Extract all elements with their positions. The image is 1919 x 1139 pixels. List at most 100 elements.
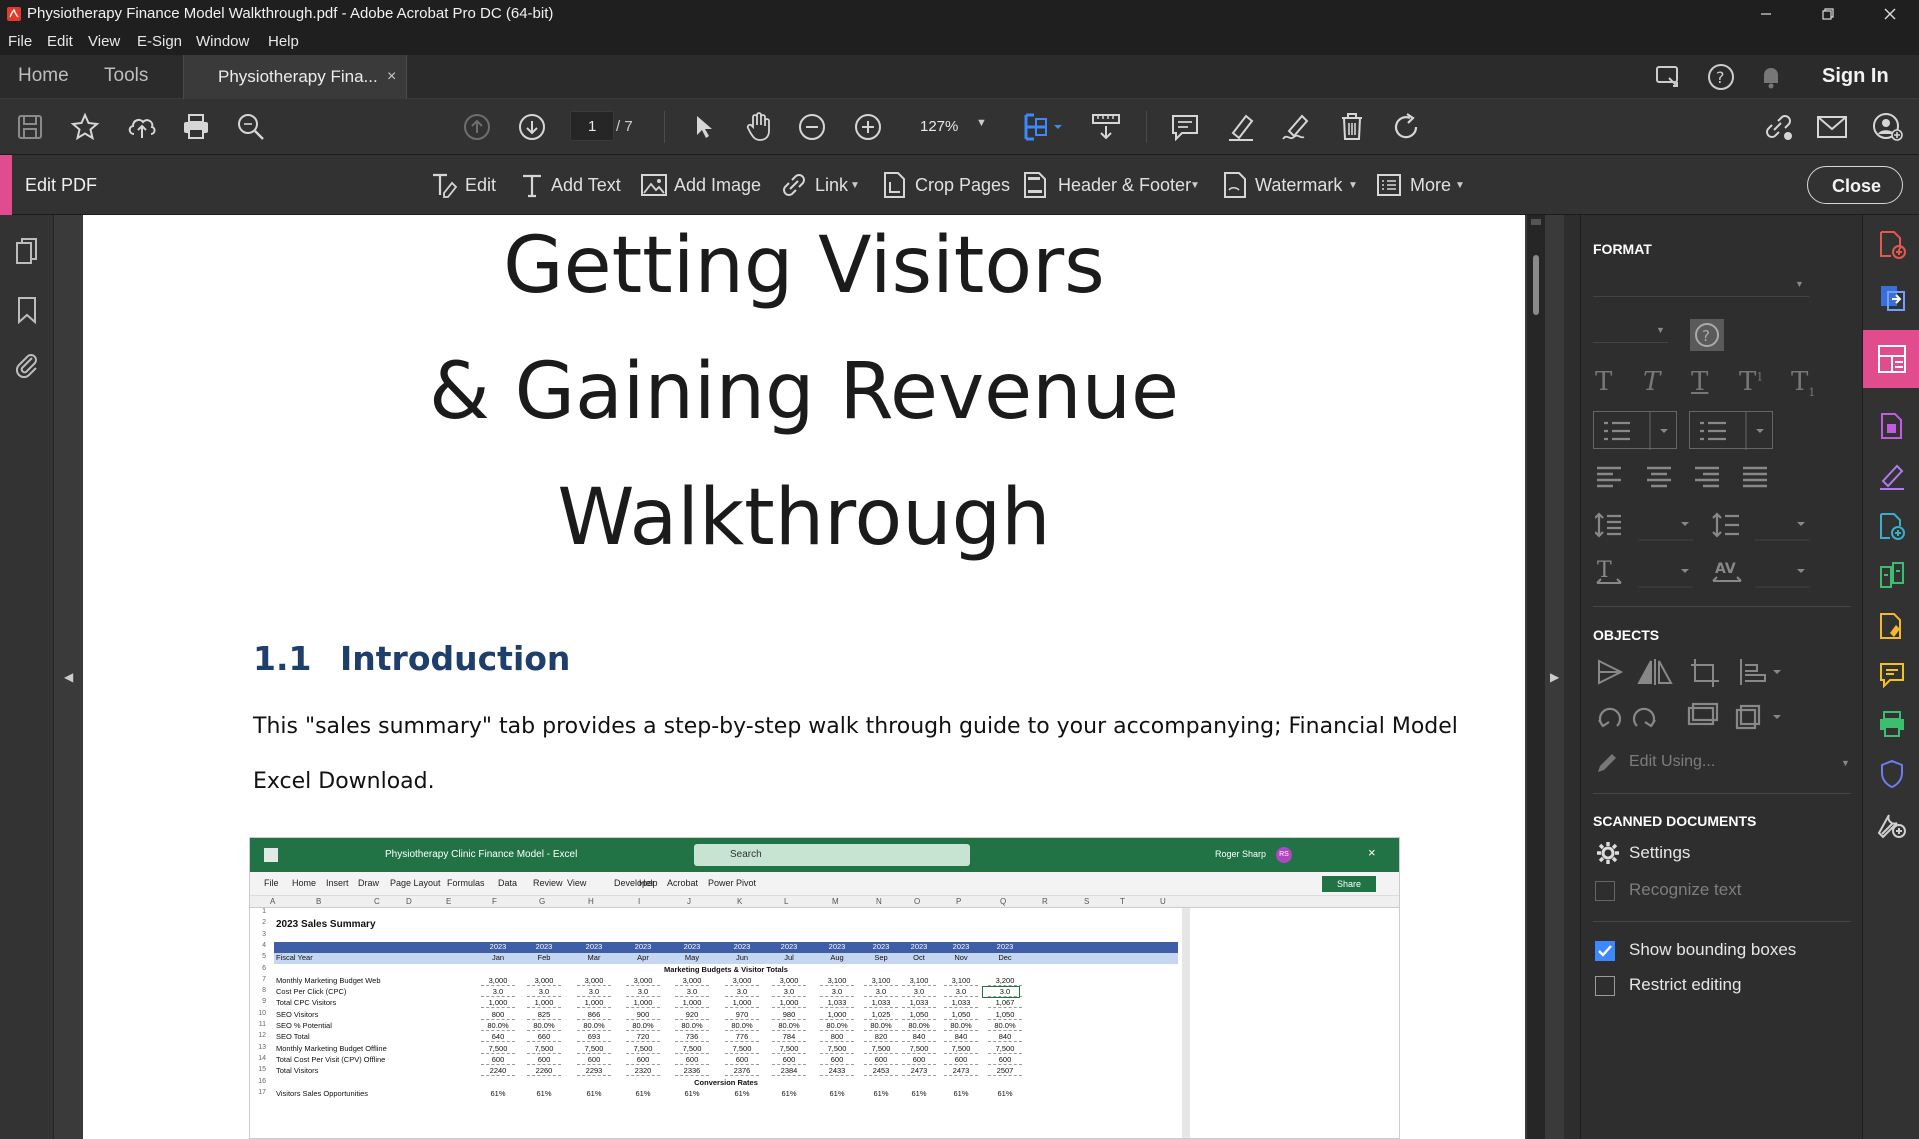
bookmark-icon[interactable] [16,295,38,325]
protect-shield-icon[interactable] [1879,759,1905,789]
tab-tools[interactable]: Tools [104,65,148,87]
excel-ribbon-tab: Help [639,878,658,888]
collapse-left-icon[interactable]: ◀ [64,670,73,684]
save-icon[interactable] [16,113,44,141]
edit-using-button[interactable]: Edit Using... [1629,753,1715,771]
upload-cloud-icon[interactable] [126,112,158,142]
tab-close-icon[interactable]: × [387,68,396,86]
hand-tool-icon[interactable] [744,111,774,143]
text-italic-icon[interactable]: T [1643,367,1660,397]
page-number-input[interactable]: 1 [570,111,614,141]
zoom-out-icon[interactable] [798,113,826,141]
minimize-icon[interactable] [1758,6,1774,22]
add-user-icon[interactable] [1872,112,1904,142]
star-icon[interactable] [70,112,100,142]
tab-document[interactable]: Physiotherapy Fina... × [183,55,407,99]
measure-tool-icon[interactable] [1090,111,1122,143]
tab-home[interactable]: Home [18,65,69,87]
print-icon[interactable] [181,112,211,142]
settings-gear-icon[interactable] [1595,840,1621,866]
restrict-editing-checkbox[interactable] [1595,976,1615,996]
scan-ocr-icon[interactable] [1878,611,1906,641]
excel-cell: 3,000 [772,976,806,986]
show-bounding-boxes-checkbox[interactable] [1595,941,1615,961]
trash-icon[interactable] [1338,111,1366,143]
menu-view[interactable]: View [88,33,120,50]
sign-pen-icon[interactable] [1280,111,1312,143]
edit-button[interactable]: Edit [465,175,496,196]
pdf-page[interactable]: Getting Visitors & Gaining Revenue Walkt… [83,215,1525,1139]
compare-files-icon[interactable] [1878,561,1906,591]
text-underline-icon[interactable]: T [1691,367,1708,397]
comment-tool-icon[interactable] [1878,661,1906,689]
restore-icon[interactable] [1820,6,1836,22]
excel-year-cell: 2023 [585,941,603,951]
edit-pdf-tool-active[interactable] [1863,330,1919,388]
help-icon[interactable]: ? [1707,63,1735,91]
excel-cell: 80.0% [577,1021,611,1031]
export-pdf-icon[interactable] [1878,283,1906,313]
excel-cell: 1,000 [527,998,561,1009]
page-up-icon[interactable] [463,113,491,141]
sign-in-link[interactable]: Sign In [1822,65,1889,88]
text-superscript-icon[interactable]: T1 [1739,367,1763,397]
text-subscript-icon[interactable]: T1 [1791,367,1815,399]
attachment-icon[interactable] [14,350,40,380]
more-tools-icon[interactable] [1877,809,1907,839]
watermark-button[interactable]: Watermark [1255,175,1342,196]
comment-icon[interactable] [1170,113,1200,141]
font-color-button[interactable]: ? [1690,319,1724,351]
email-icon[interactable] [1816,114,1848,140]
excel-cell: 736 [675,1032,709,1043]
highlight-pen-icon[interactable] [1226,111,1256,143]
scroll-up-arrow[interactable] [1531,219,1541,225]
excel-cell: 3,000 [481,976,515,986]
header-footer-button[interactable]: Header & Footer [1058,175,1191,196]
excel-year-cell: 2023 [634,941,652,951]
redo-icon[interactable] [1392,112,1422,142]
organize-pages-icon[interactable] [1879,411,1905,441]
scan-settings-label[interactable]: Settings [1629,843,1690,863]
menu-window[interactable]: Window [196,33,249,50]
collapse-right-icon[interactable]: ▶ [1550,670,1559,684]
document-scrollbar[interactable] [1527,215,1545,1139]
close-edit-button[interactable]: Close [1807,166,1903,204]
numbered-list-button[interactable] [1689,411,1773,450]
zoom-in-icon[interactable] [854,113,882,141]
text-bold-icon[interactable]: T [1595,367,1612,397]
create-pdf-icon[interactable] [1878,229,1906,259]
excel-cell: 2453 [864,1066,898,1077]
menu-esign[interactable]: E-Sign [137,33,182,50]
zoom-select[interactable]: 127% ▼ [906,111,990,141]
crop-pages-button[interactable]: Crop Pages [915,175,1010,196]
bell-icon[interactable] [1758,64,1784,90]
fill-sign-icon[interactable] [1877,461,1907,491]
excel-cell: 820 [864,1032,898,1043]
doc-title-line-3: Walkthrough [557,473,1051,563]
excel-column-header: L [784,897,789,906]
search-zoom-icon[interactable] [236,112,266,142]
share-screen-icon[interactable] [1655,64,1683,90]
page-thumbnails-icon[interactable] [14,237,40,267]
link-share-icon[interactable] [1762,112,1794,142]
page-down-icon[interactable] [518,113,546,141]
excel-ribbon: Share File Home Insert Draw Page Layout Formu… [250,872,1399,896]
menu-help[interactable]: Help [268,33,299,50]
menu-file[interactable]: File [8,33,32,50]
select-cursor-icon[interactable] [692,113,716,141]
send-for-signature-icon[interactable] [1878,511,1906,541]
font-family-select[interactable]: ▼ [1593,267,1809,297]
add-text-button[interactable]: Add Text [551,175,621,196]
bullet-list-button[interactable] [1593,411,1677,450]
excel-row-label: Total Cost Per Visit (CPV) Offline [276,1054,386,1064]
close-window-icon[interactable] [1882,6,1898,22]
recognize-text-checkbox[interactable] [1595,881,1615,901]
scroll-thumb[interactable] [1533,255,1539,315]
link-button[interactable]: Link [815,175,848,196]
add-image-button[interactable]: Add Image [674,175,761,196]
font-size-select[interactable]: ▼ [1593,313,1668,343]
print-production-icon[interactable] [1877,709,1907,739]
more-button[interactable]: More [1410,175,1451,196]
menu-edit[interactable]: Edit [47,33,73,50]
marquee-select-icon[interactable] [1022,111,1064,143]
